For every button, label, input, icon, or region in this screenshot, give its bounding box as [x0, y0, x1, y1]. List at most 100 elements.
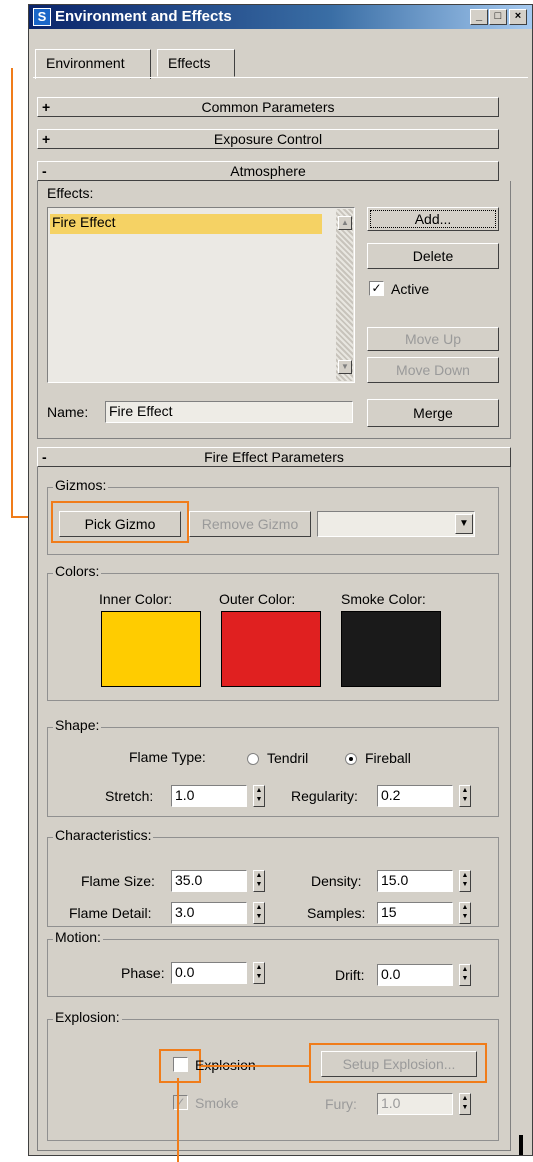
close-button[interactable]: ×	[509, 9, 527, 25]
rollout-atmosphere[interactable]: - Atmosphere	[37, 161, 499, 181]
maximize-button[interactable]: □	[489, 9, 507, 25]
delete-effect-button[interactable]: Delete	[367, 243, 499, 269]
effect-name-value: Fire Effect	[109, 403, 173, 419]
smoke-color-swatch[interactable]	[341, 611, 441, 687]
stretch-label: Stretch:	[105, 788, 154, 804]
rollout-common-label: Common Parameters	[201, 99, 335, 115]
regularity-label: Regularity:	[291, 788, 358, 804]
scroll-down-icon[interactable]: ▼	[338, 360, 352, 374]
drift-input[interactable]: 0.0	[377, 964, 453, 986]
collapse-icon: -	[42, 449, 47, 465]
motion-label: Motion:	[53, 929, 103, 945]
tab-effects-label: Effects	[168, 55, 211, 71]
smoke-label: Smoke	[195, 1095, 239, 1111]
effects-list-scrollbar[interactable]	[336, 209, 353, 381]
rollout-fire-effect-parameters[interactable]: - Fire Effect Parameters	[37, 447, 511, 467]
samples-input[interactable]: 15	[377, 902, 453, 924]
phase-label: Phase:	[121, 965, 165, 981]
move-down-button[interactable]: Move Down	[367, 357, 499, 383]
density-input[interactable]: 15.0	[377, 870, 453, 892]
move-up-button[interactable]: Move Up	[367, 327, 499, 351]
phase-value: 0.0	[175, 964, 195, 980]
expand-icon: +	[42, 131, 51, 147]
effects-list[interactable]: Fire Effect ▲ ▼	[47, 207, 355, 383]
setup-explosion-button[interactable]: Setup Explosion...	[321, 1051, 477, 1077]
move-down-label: Move Down	[396, 362, 470, 378]
inner-color-label: Inner Color:	[99, 591, 173, 607]
move-up-label: Move Up	[404, 331, 462, 347]
drift-spinner[interactable]: ▲ ▼	[459, 964, 471, 986]
chevron-down-icon[interactable]: ▼	[455, 514, 473, 534]
fury-label: Fury:	[325, 1096, 357, 1112]
tab-environment-label: Environment	[46, 55, 125, 71]
tab-environment[interactable]: Environment	[35, 49, 151, 79]
minimize-button[interactable]: _	[470, 9, 488, 25]
samples-value: 15	[381, 904, 397, 920]
drift-value: 0.0	[381, 966, 401, 982]
flame-size-spinner[interactable]: ▲ ▼	[253, 870, 265, 892]
colors-label: Colors:	[53, 563, 102, 579]
regularity-spinner[interactable]: ▲ ▼	[459, 785, 471, 807]
name-label: Name:	[47, 404, 89, 420]
tab-strip-divider	[33, 77, 528, 78]
flame-size-input[interactable]: 35.0	[171, 870, 247, 892]
scroll-up-icon[interactable]: ▲	[338, 216, 352, 230]
pick-gizmo-button[interactable]: Pick Gizmo	[59, 511, 181, 537]
flame-detail-value: 3.0	[175, 904, 195, 920]
remove-gizmo-button[interactable]: Remove Gizmo	[189, 511, 311, 537]
phase-spinner[interactable]: ▲ ▼	[253, 962, 265, 984]
regularity-input[interactable]: 0.2	[377, 785, 453, 807]
merge-button[interactable]: Merge	[367, 399, 499, 427]
drift-label: Drift:	[335, 967, 365, 983]
flame-detail-input[interactable]: 3.0	[171, 902, 247, 924]
callout-line-pick-gizmo-vertical	[11, 68, 13, 518]
effects-label: Effects:	[47, 185, 94, 201]
outer-color-swatch[interactable]	[221, 611, 321, 687]
add-effect-label: Add...	[414, 211, 452, 227]
shape-label: Shape:	[53, 717, 102, 733]
explosion-label: Explosion:	[53, 1009, 122, 1025]
outer-color-label: Outer Color:	[219, 591, 296, 607]
samples-label: Samples:	[307, 905, 366, 921]
phase-input[interactable]: 0.0	[171, 962, 247, 984]
stretch-spinner[interactable]: ▲ ▼	[253, 785, 265, 807]
flame-detail-spinner[interactable]: ▲ ▼	[253, 902, 265, 924]
explosion-checkbox[interactable]	[173, 1057, 188, 1072]
rollout-exposure-control[interactable]: + Exposure Control	[37, 129, 499, 149]
effect-name-field[interactable]: Fire Effect	[105, 401, 353, 423]
flame-size-value: 35.0	[175, 872, 203, 888]
tendril-radio[interactable]	[247, 753, 259, 765]
rollout-fire-label: Fire Effect Parameters	[204, 449, 344, 465]
remove-gizmo-label: Remove Gizmo	[201, 516, 299, 532]
callout-line-explosion-horizontal	[201, 1065, 309, 1067]
fury-input[interactable]: 1.0	[377, 1093, 453, 1115]
callout-line-explosion-vertical	[177, 1078, 179, 1162]
smoke-color-label: Smoke Color:	[341, 591, 426, 607]
merge-label: Merge	[413, 405, 453, 421]
tab-effects[interactable]: Effects	[157, 49, 235, 77]
rollout-common-parameters[interactable]: + Common Parameters	[37, 97, 499, 117]
title-bar[interactable]: S Environment and Effects _ □ ×	[29, 5, 532, 29]
pick-gizmo-label: Pick Gizmo	[84, 516, 156, 532]
density-value: 15.0	[381, 872, 409, 888]
scroll-indicator[interactable]	[519, 1135, 523, 1155]
effects-list-item[interactable]: Fire Effect	[50, 214, 322, 234]
delete-effect-label: Delete	[412, 248, 454, 264]
active-checkbox[interactable]: ✓	[369, 281, 384, 296]
flame-size-label: Flame Size:	[81, 873, 155, 889]
inner-color-swatch[interactable]	[101, 611, 201, 687]
flame-detail-label: Flame Detail:	[69, 905, 152, 921]
stretch-value: 1.0	[175, 787, 195, 803]
gizmos-label: Gizmos:	[53, 477, 109, 493]
add-effect-button[interactable]: Add...	[367, 207, 499, 231]
stretch-input[interactable]: 1.0	[171, 785, 247, 807]
smoke-checkbox[interactable]: ✓	[173, 1095, 188, 1110]
fireball-radio[interactable]	[345, 753, 357, 765]
gizmo-dropdown[interactable]	[317, 511, 475, 537]
density-spinner[interactable]: ▲ ▼	[459, 870, 471, 892]
samples-spinner[interactable]: ▲ ▼	[459, 902, 471, 924]
collapse-icon: -	[42, 163, 47, 179]
expand-icon: +	[42, 99, 51, 115]
fury-spinner[interactable]: ▲ ▼	[459, 1093, 471, 1115]
rollout-atmosphere-label: Atmosphere	[230, 163, 306, 179]
